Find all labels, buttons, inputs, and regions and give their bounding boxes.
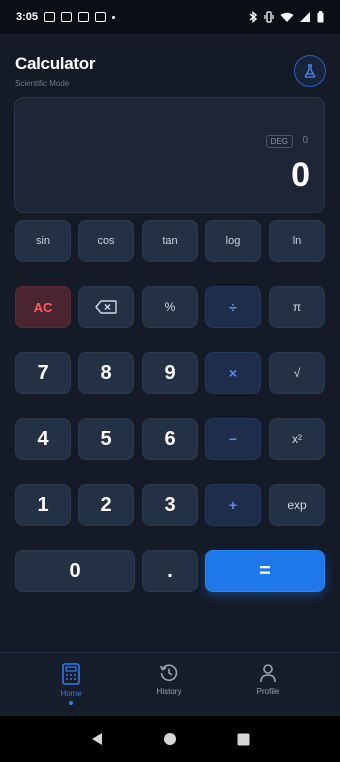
divide-button[interactable]: ÷ [205,286,261,328]
notification-icon [78,12,90,22]
nav-label-history: History [156,687,182,696]
log-button[interactable]: log [205,220,261,262]
memory-indicator: 0 [302,135,308,146]
active-indicator [69,701,73,705]
digit-8-button[interactable]: 8 [78,352,134,394]
notification-icon [44,12,56,22]
app-subtitle: Scientific Mode [15,79,70,88]
tan-button[interactable]: tan [142,220,198,262]
equals-button[interactable]: = [205,550,325,592]
pi-button[interactable]: π [269,286,325,328]
status-bar: 3:05 [0,0,340,34]
digit-1-button[interactable]: 1 [15,484,71,526]
battery-icon [317,11,324,23]
nav-item-home[interactable]: Home [31,663,111,705]
app-title: Calculator [15,54,96,73]
back-icon[interactable] [90,732,104,746]
digit-9-button[interactable]: 9 [142,352,198,394]
digit-7-button[interactable]: 7 [15,352,71,394]
minus-button[interactable]: − [205,418,261,460]
person-icon [260,664,276,683]
nav-item-profile[interactable]: Profile [228,663,308,696]
calculator-app: Calculator Scientific Mode DEG 0 0 sin c… [0,34,340,716]
vibrate-icon [264,11,274,23]
digit-0-button[interactable]: 0 [15,550,135,592]
multiply-button[interactable]: × [205,352,261,394]
decimal-button[interactable]: . [142,550,198,592]
ln-button[interactable]: ln [269,220,325,262]
angle-mode-badge[interactable]: DEG [265,135,293,148]
flask-icon [304,64,316,78]
cos-button[interactable]: cos [78,220,134,262]
nav-label-profile: Profile [256,687,280,696]
recents-icon[interactable] [237,733,250,746]
mode-toggle-button[interactable] [294,55,326,87]
notification-icon [95,12,107,22]
bluetooth-icon [249,11,258,23]
plus-button[interactable]: + [205,484,261,526]
sqrt-button[interactable]: √ [269,352,325,394]
backspace-icon [95,300,117,314]
digit-5-button[interactable]: 5 [78,418,134,460]
sin-button[interactable]: sin [15,220,71,262]
calculator-icon [62,663,80,685]
digit-2-button[interactable]: 2 [78,484,134,526]
digit-4-button[interactable]: 4 [15,418,71,460]
notification-icon [61,12,73,22]
calculator-display: DEG 0 0 [14,97,325,213]
signal-icon [300,11,310,22]
status-right [249,11,324,23]
digit-6-button[interactable]: 6 [142,418,198,460]
home-icon[interactable] [163,732,177,746]
system-navigation-bar [0,716,340,762]
wifi-icon [280,12,294,22]
percent-button[interactable]: % [142,286,198,328]
more-notifications-icon [112,15,116,19]
nav-item-history[interactable]: History [129,663,209,696]
digit-3-button[interactable]: 3 [142,484,198,526]
nav-label-home: Home [60,689,82,698]
display-value: 0 [291,156,310,194]
bottom-navigation: Home History Profile [0,652,340,716]
backspace-button[interactable] [78,286,134,328]
status-time: 3:05 [16,11,39,23]
exp-button[interactable]: exp [269,484,325,526]
clear-button[interactable]: AC [15,286,71,328]
history-icon [159,664,178,682]
square-button[interactable]: x² [269,418,325,460]
status-left: 3:05 [16,11,116,23]
